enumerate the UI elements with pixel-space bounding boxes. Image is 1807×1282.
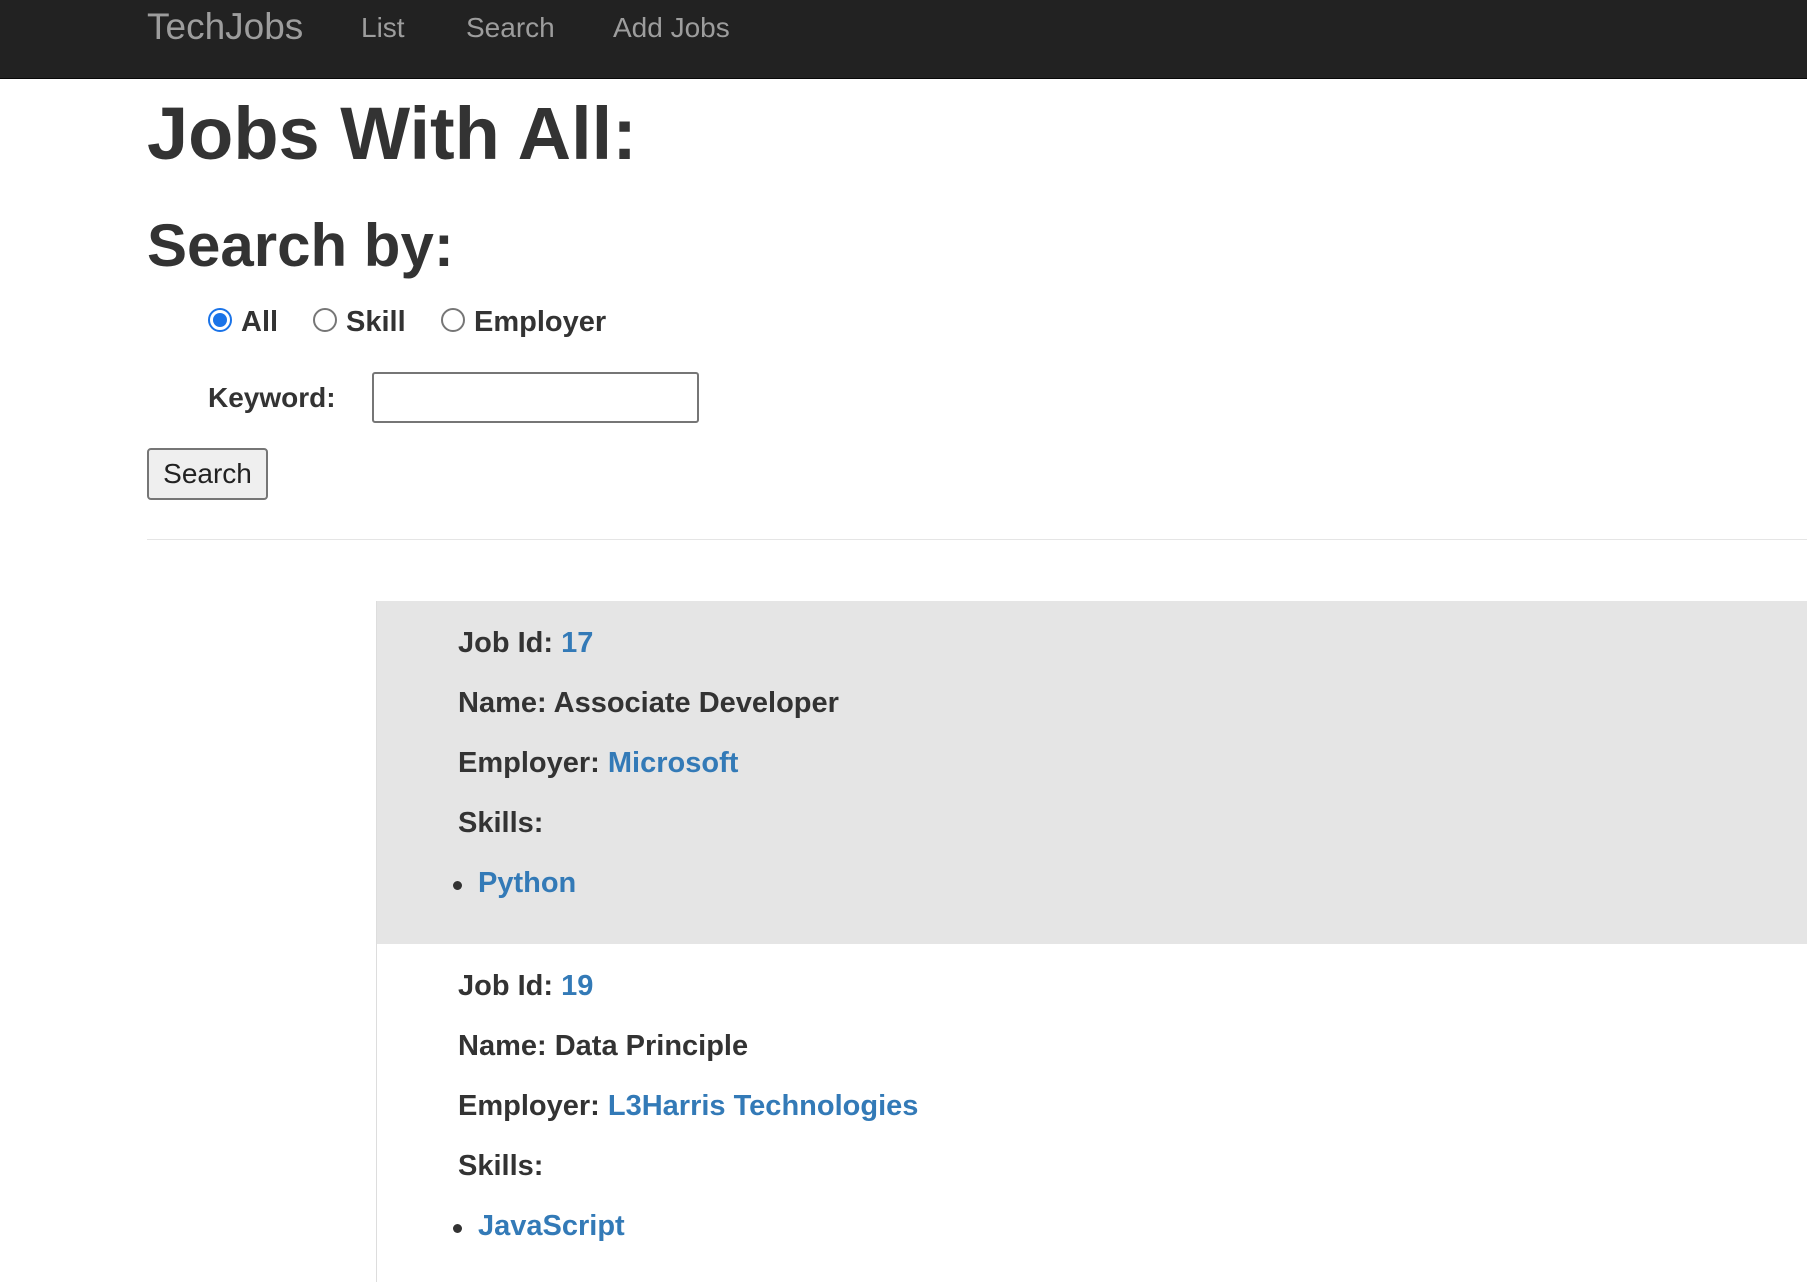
job-id-row: Job Id: 17 bbox=[458, 627, 593, 660]
page-title: Jobs With All: bbox=[147, 92, 637, 175]
radio-option-all[interactable]: All bbox=[208, 306, 278, 338]
job-employer-row: Employer: Microsoft bbox=[458, 747, 738, 780]
job-name-value: Data Principle bbox=[554, 1030, 749, 1062]
radio-all[interactable] bbox=[208, 308, 232, 332]
job-card: Job Id: 19 Name: Data Principle Employer… bbox=[376, 944, 1807, 1282]
job-id-label: Job Id: bbox=[458, 970, 554, 1002]
job-name-value: Associate Developer bbox=[553, 687, 839, 719]
job-id-link[interactable]: 19 bbox=[561, 970, 593, 1002]
keyword-input[interactable] bbox=[372, 372, 699, 423]
keyword-label: Keyword: bbox=[208, 382, 336, 413]
nav-link-search[interactable]: Search bbox=[466, 14, 555, 42]
job-employer-row: Employer: L3Harris Technologies bbox=[458, 1090, 918, 1123]
skill-link[interactable]: JavaScript bbox=[478, 1210, 625, 1243]
divider bbox=[147, 539, 1807, 540]
radio-skill[interactable] bbox=[313, 308, 337, 332]
job-employer-label: Employer: bbox=[458, 747, 600, 779]
brand-link[interactable]: TechJobs bbox=[147, 8, 303, 45]
job-employer-label: Employer: bbox=[458, 1090, 600, 1122]
search-heading: Search by: bbox=[147, 212, 454, 279]
job-name-label: Name: bbox=[458, 687, 547, 719]
nav-link-list[interactable]: List bbox=[361, 14, 405, 42]
radio-label-all: All bbox=[241, 305, 279, 338]
job-id-row: Job Id: 19 bbox=[458, 970, 593, 1003]
job-employer-link[interactable]: L3Harris Technologies bbox=[608, 1090, 919, 1122]
job-name-label: Name: bbox=[458, 1030, 547, 1062]
list-bullet bbox=[453, 1224, 462, 1233]
job-skills-label: Skills: bbox=[458, 807, 544, 839]
nav-link-add-jobs[interactable]: Add Jobs bbox=[613, 14, 730, 42]
radio-label-employer: Employer bbox=[474, 305, 607, 338]
list-bullet bbox=[453, 881, 462, 890]
job-name-row: Name: Data Principle bbox=[458, 1030, 748, 1063]
radio-employer[interactable] bbox=[441, 308, 465, 332]
job-card: Job Id: 17 Name: Associate Developer Emp… bbox=[376, 601, 1807, 944]
radio-option-employer[interactable]: Employer bbox=[441, 306, 606, 338]
job-name-row: Name: Associate Developer bbox=[458, 687, 839, 720]
radio-label-skill: Skill bbox=[346, 305, 406, 338]
search-button[interactable]: Search bbox=[147, 448, 268, 500]
job-employer-link[interactable]: Microsoft bbox=[608, 747, 739, 779]
radio-option-skill[interactable]: Skill bbox=[313, 306, 406, 338]
navbar: TechJobs List Search Add Jobs bbox=[0, 0, 1807, 79]
skill-link[interactable]: Python bbox=[478, 867, 576, 900]
job-id-link[interactable]: 17 bbox=[561, 627, 593, 659]
job-skills-label: Skills: bbox=[458, 1150, 544, 1182]
job-id-label: Job Id: bbox=[458, 627, 554, 659]
